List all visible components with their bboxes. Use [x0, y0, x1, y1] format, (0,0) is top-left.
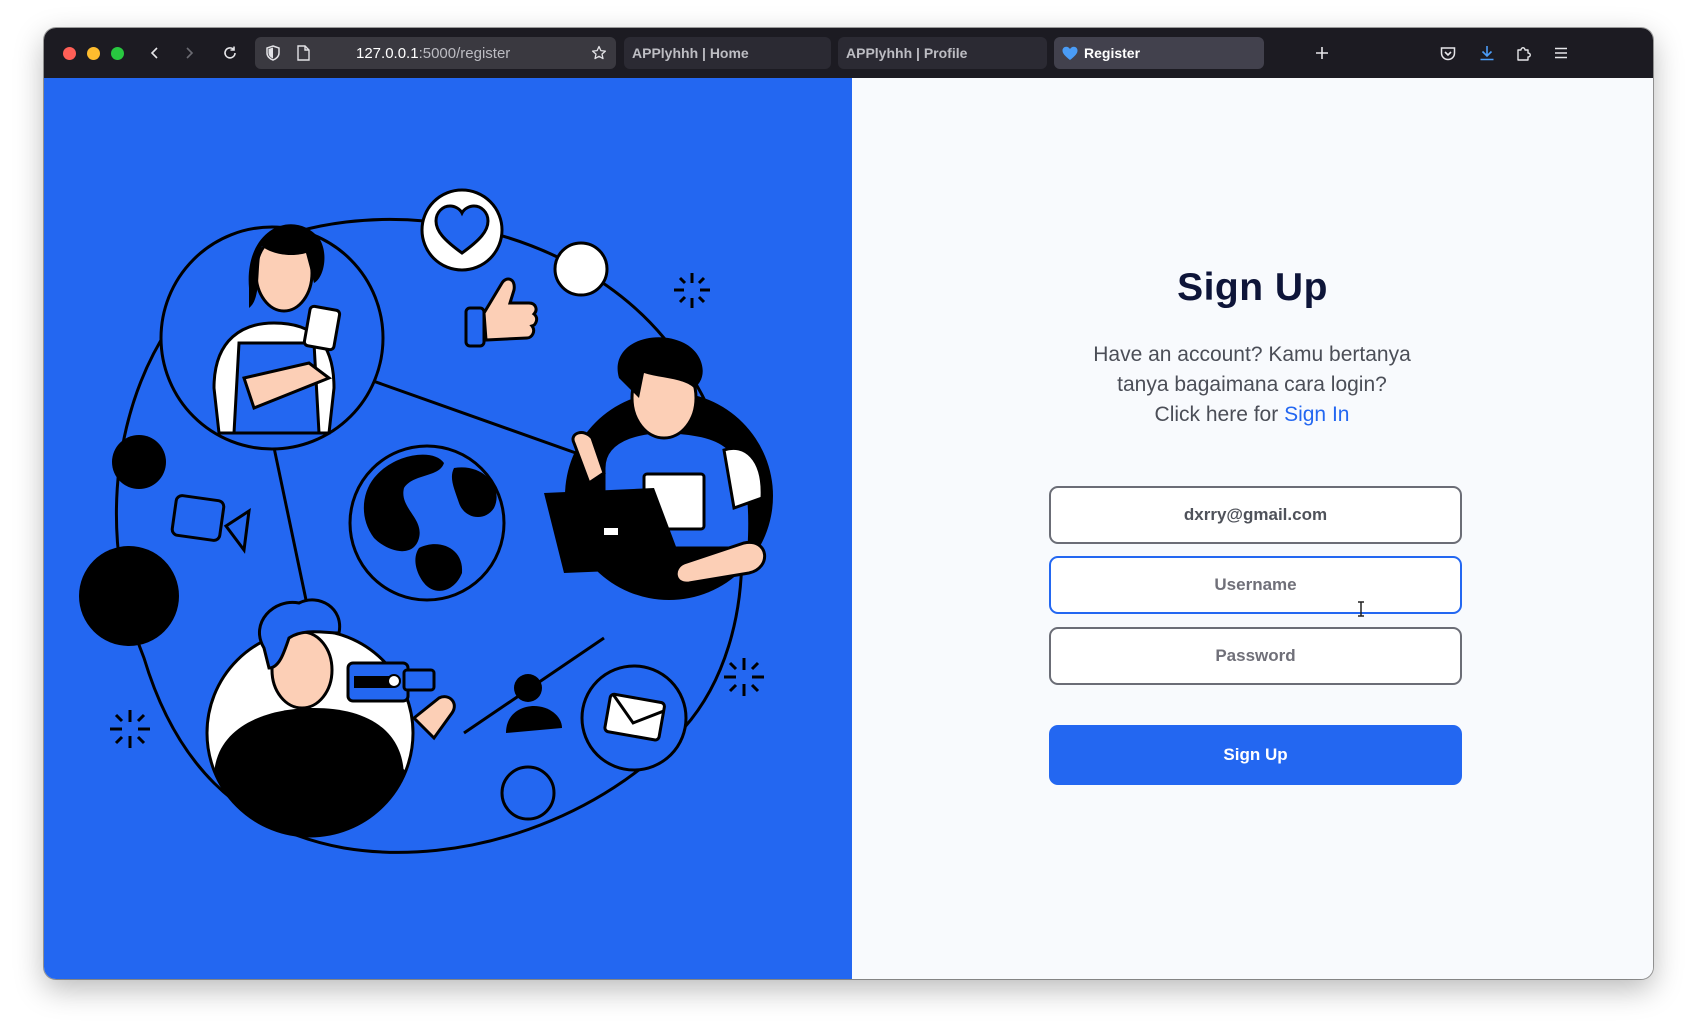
plus-icon[interactable] — [1310, 41, 1334, 65]
page-content: Sign Up Have an account? Kamu bertanya t… — [44, 78, 1653, 979]
reload-icon[interactable] — [218, 41, 242, 65]
signup-button[interactable]: Sign Up — [1049, 725, 1462, 785]
username-field[interactable] — [1049, 556, 1462, 614]
minimize-window-button[interactable] — [87, 47, 100, 60]
social-network-illustration — [79, 188, 773, 854]
pocket-icon[interactable] — [1436, 41, 1460, 65]
browser-window: 127.0.0.1:5000/register APPlyhhh | Home … — [44, 28, 1653, 979]
extensions-icon[interactable] — [1512, 41, 1536, 65]
tab-label: Register — [1084, 45, 1141, 61]
signin-link[interactable]: Sign In — [1284, 403, 1349, 426]
address-bar[interactable]: 127.0.0.1:5000/register — [255, 37, 616, 69]
zoom-window-button[interactable] — [111, 47, 124, 60]
menu-icon[interactable] — [1549, 41, 1573, 65]
shield-icon[interactable] — [263, 43, 283, 63]
woman-with-phone-avatar — [159, 224, 385, 451]
url-text[interactable]: 127.0.0.1:5000/register — [356, 45, 510, 62]
subtitle-line-3: Click here for — [1154, 403, 1285, 426]
text-cursor-icon — [1357, 601, 1365, 622]
browser-titlebar: 127.0.0.1:5000/register APPlyhhh | Home … — [44, 28, 1653, 78]
tab-register[interactable]: Register — [1054, 37, 1264, 69]
user-icon — [506, 674, 562, 733]
blue-heart-icon — [1062, 45, 1078, 61]
globe-icon — [348, 444, 506, 602]
download-icon[interactable] — [1475, 41, 1499, 65]
video-camera-icon — [170, 494, 251, 554]
tab-profile[interactable]: APPlyhhh | Profile — [838, 37, 1047, 69]
back-icon[interactable] — [143, 41, 167, 65]
envelope-icon — [580, 664, 688, 772]
tab-home[interactable]: APPlyhhh | Home — [624, 37, 831, 69]
subtitle-line-1: Have an account? Kamu bertanya — [1093, 343, 1411, 366]
forward-icon[interactable] — [177, 41, 201, 65]
tab-label: APPlyhhh | Profile — [846, 45, 968, 61]
thumbs-up-icon — [464, 277, 539, 348]
page-title: Sign Up — [1177, 266, 1328, 309]
tab-label: APPlyhhh | Home — [632, 45, 749, 61]
register-form-panel: Sign Up Have an account? Kamu bertanya t… — [852, 78, 1653, 979]
star-icon[interactable] — [589, 43, 609, 63]
signin-prompt: Have an account? Kamu bertanya tanya bag… — [1062, 340, 1442, 430]
email-field[interactable] — [1049, 486, 1462, 544]
url-host: 127.0.0.1 — [356, 45, 419, 62]
subtitle-line-2: tanya bagaimana cara login? — [1117, 373, 1387, 396]
page-icon — [293, 43, 313, 63]
url-path: :5000/register — [418, 45, 511, 62]
heart-icon — [420, 188, 504, 272]
person-with-camera-avatar — [205, 598, 456, 838]
password-field[interactable] — [1049, 627, 1462, 685]
close-window-button[interactable] — [63, 47, 76, 60]
hero-illustration-panel — [44, 78, 852, 979]
man-with-laptop-avatar — [544, 337, 773, 600]
